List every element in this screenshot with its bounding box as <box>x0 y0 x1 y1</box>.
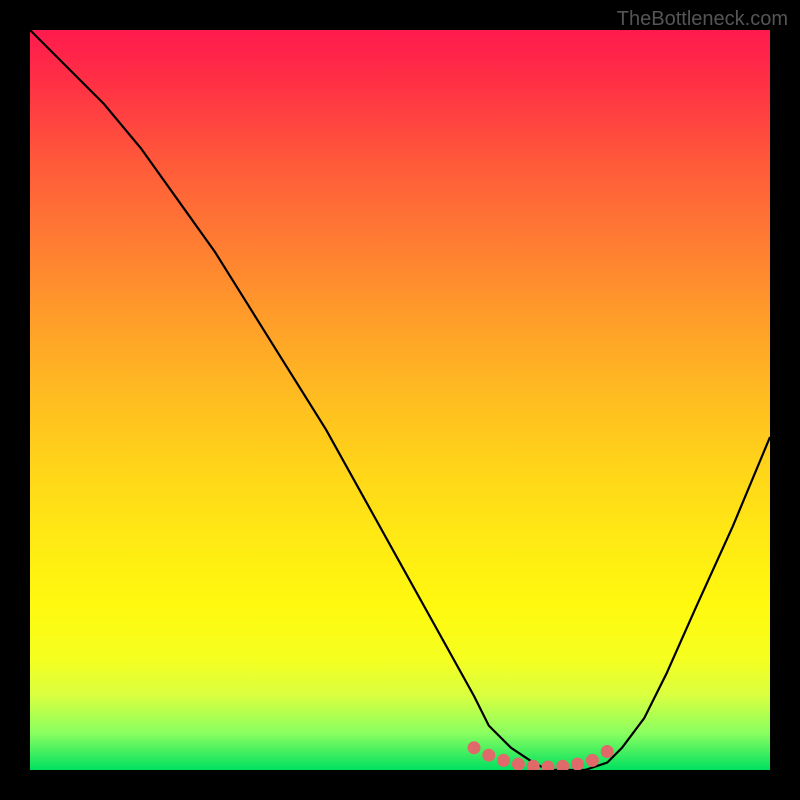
marker-dot <box>542 761 555 771</box>
marker-dot <box>556 760 569 770</box>
marker-dot <box>571 758 584 770</box>
marker-dot <box>468 741 481 754</box>
marker-dot <box>482 749 495 762</box>
chart-gradient-background <box>30 30 770 770</box>
optimal-range-markers <box>30 30 770 770</box>
marker-dot <box>512 758 525 770</box>
marker-dot <box>586 754 599 767</box>
bottleneck-curve <box>30 30 770 770</box>
marker-dot <box>497 754 510 767</box>
watermark-text: TheBottleneck.com <box>617 8 788 31</box>
marker-dot <box>527 760 540 770</box>
marker-dot <box>601 745 614 758</box>
